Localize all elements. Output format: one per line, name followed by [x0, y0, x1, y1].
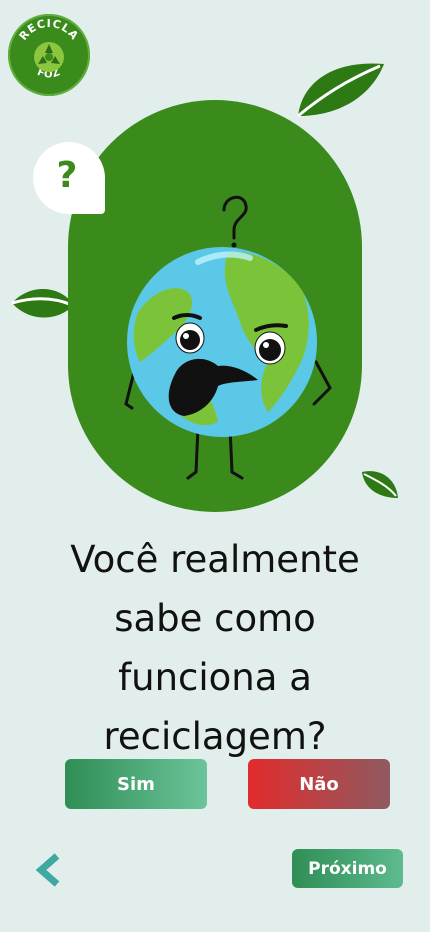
next-button[interactable]: Próximo — [292, 849, 403, 888]
no-button[interactable]: Não — [248, 759, 390, 809]
chevron-left-icon[interactable] — [33, 852, 63, 888]
question-bubble: ? — [33, 142, 105, 214]
question-line: reciclagem? — [103, 715, 327, 758]
thinking-earth-illustration — [124, 195, 332, 480]
leaf-icon — [11, 289, 74, 318]
leaf-icon — [362, 471, 398, 498]
question-line: sabe como — [114, 597, 316, 640]
question-text: Você realmente sabe como funciona a reci… — [0, 530, 430, 766]
question-line: funciona a — [118, 656, 312, 699]
leaf-icon — [297, 63, 384, 118]
yes-button[interactable]: Sim — [65, 759, 207, 809]
question-line: Você realmente — [70, 538, 360, 581]
recicla-foz-logo: RECICLA FOZ — [7, 13, 91, 97]
question-mark-symbol: ? — [56, 154, 78, 196]
